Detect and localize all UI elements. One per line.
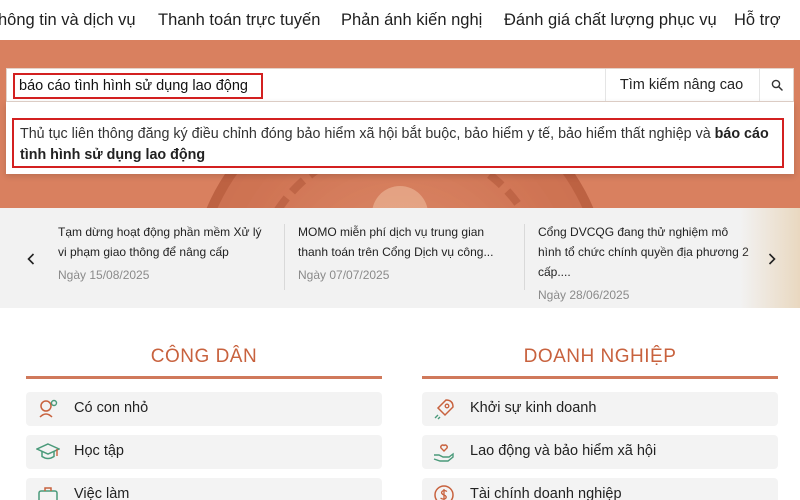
graduation-cap-icon (36, 443, 60, 460)
news-item[interactable]: Tạm dừng hoạt động phần mềm Xử lý vi phạ… (58, 222, 273, 282)
news-divider (524, 224, 525, 290)
category-label: Có con nhỏ (74, 400, 149, 416)
nav-item-support[interactable]: Hỗ trợ (734, 11, 781, 30)
category-item-start-business[interactable]: Khởi sự kinh doanh (422, 392, 778, 426)
business-section-title: DOANH NGHIỆP (523, 346, 677, 367)
dollar-coin-icon (434, 485, 454, 500)
search-bar: Tìm kiếm nâng cao (6, 68, 794, 102)
chevron-right-icon (768, 253, 776, 265)
nav-item-feedback[interactable]: Phản ánh kiến nghị (341, 11, 482, 30)
news-date: Ngày 15/08/2025 (58, 268, 150, 282)
rocket-icon (434, 399, 454, 420)
category-label: Học tập (74, 443, 124, 459)
news-divider (284, 224, 285, 290)
category-item-employment[interactable]: Việc làm (26, 478, 382, 500)
search-icon (771, 79, 783, 91)
category-item-labor-insurance[interactable]: Lao động và bảo hiểm xã hội (422, 435, 778, 469)
baby-icon (39, 399, 58, 418)
news-title[interactable]: Cổng DVCQG đang thử nghiệm mô hình tổ ch… (538, 222, 753, 282)
advanced-search-button[interactable]: Tìm kiếm nâng cao (605, 69, 757, 101)
business-title-underline (422, 376, 778, 379)
carousel-next-button[interactable] (762, 248, 782, 270)
citizen-section-title: CÔNG DÂN (150, 346, 258, 367)
nav-item-information-services[interactable]: hông tin và dịch vụ (0, 11, 136, 30)
news-item[interactable]: Cổng DVCQG đang thử nghiệm mô hình tổ ch… (538, 222, 753, 302)
search-input[interactable] (15, 75, 261, 97)
briefcase-icon (38, 487, 58, 500)
news-title[interactable]: MOMO miễn phí dịch vụ trung gian thanh t… (298, 222, 513, 262)
category-item-corporate-finance[interactable]: Tài chính doanh nghiệp (422, 478, 778, 500)
nav-item-online-payment[interactable]: Thanh toán trực tuyến (158, 11, 320, 30)
category-label: Khởi sự kinh doanh (470, 400, 597, 416)
citizen-title-underline (26, 376, 382, 379)
hand-heart-icon (433, 444, 454, 462)
search-input-highlight (13, 73, 263, 99)
search-button[interactable] (759, 69, 793, 101)
category-item-small-children[interactable]: Có con nhỏ (26, 392, 382, 426)
top-navigation: hông tin và dịch vụ Thanh toán trực tuyế… (0, 0, 800, 40)
chevron-left-icon (27, 253, 35, 265)
category-label: Tài chính doanh nghiệp (470, 486, 622, 500)
news-date: Ngày 07/07/2025 (298, 268, 390, 282)
news-title[interactable]: Tạm dừng hoạt động phần mềm Xử lý vi phạ… (58, 222, 273, 262)
category-item-education[interactable]: Học tập (26, 435, 382, 469)
category-label: Lao động và bảo hiểm xã hội (470, 443, 657, 459)
nav-item-service-quality[interactable]: Đánh giá chất lượng phục vụ (504, 11, 717, 30)
carousel-prev-button[interactable] (21, 248, 41, 270)
category-label: Việc làm (74, 486, 130, 500)
suggestion-item[interactable]: Thủ tục liên thông đăng ký điều chỉnh đó… (12, 118, 784, 168)
news-carousel: Tạm dừng hoạt động phần mềm Xử lý vi phạ… (0, 208, 800, 308)
news-date: Ngày 28/06/2025 (538, 288, 630, 302)
news-item[interactable]: MOMO miễn phí dịch vụ trung gian thanh t… (298, 222, 513, 282)
suggestion-text: Thủ tục liên thông đăng ký điều chỉnh đó… (20, 126, 715, 142)
search-suggestions: Thủ tục liên thông đăng ký điều chỉnh đó… (6, 102, 794, 174)
